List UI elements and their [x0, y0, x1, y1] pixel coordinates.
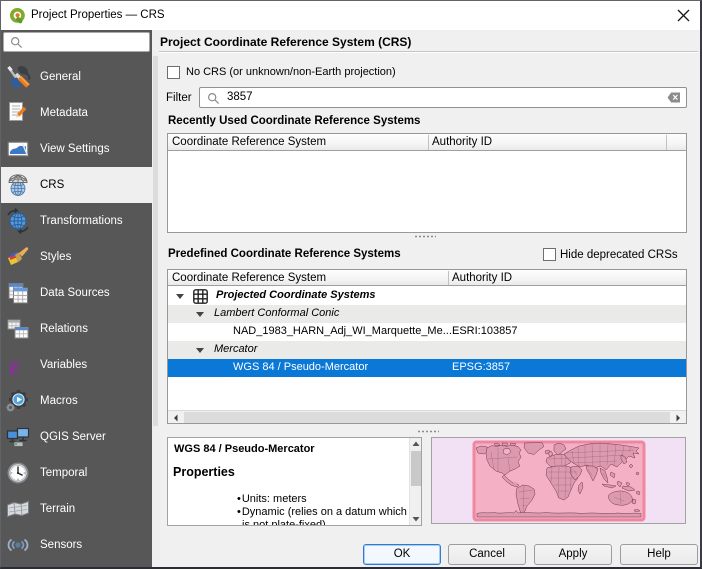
svg-text:ε: ε	[9, 352, 20, 378]
